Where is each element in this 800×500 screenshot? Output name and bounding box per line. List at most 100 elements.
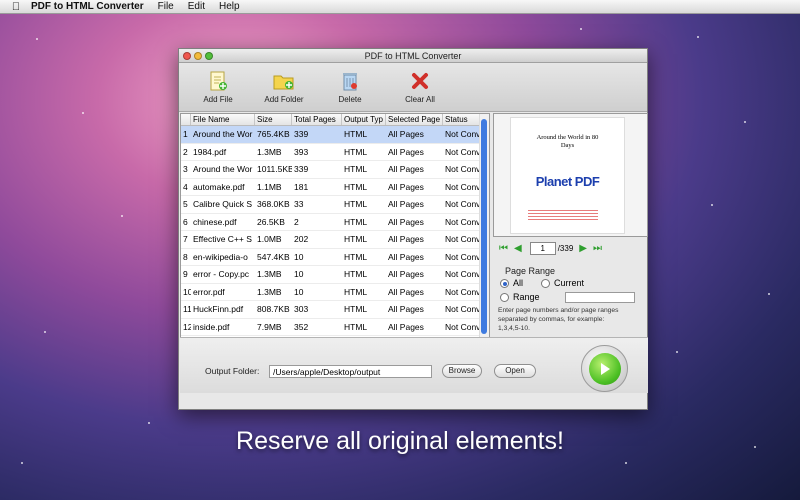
add-file-icon	[188, 67, 248, 95]
current-page-input[interactable]: 1	[529, 241, 556, 255]
row-file-name: error - Copy.pc	[193, 269, 250, 279]
row-size: 26.5KB	[257, 216, 285, 227]
next-page-icon[interactable]: ▶	[579, 243, 587, 254]
window-title: PDF to HTML Converter	[364, 51, 462, 61]
add-file-button[interactable]: Add File	[188, 67, 248, 104]
header-size[interactable]: Size	[255, 114, 292, 125]
menu-edit[interactable]: Edit	[181, 1, 212, 12]
clear-all-button[interactable]: Clear All	[390, 67, 450, 104]
toolbar: Add File Add Folder Delete Clear All	[179, 63, 647, 112]
row-total-pages: 10	[294, 269, 304, 279]
page-range-input[interactable]	[565, 292, 635, 303]
table-row[interactable]: 3 Around the Wor 1011.5KB 339 HTML All P…	[181, 161, 489, 179]
row-selected-page: All Pages	[388, 164, 424, 174]
open-button[interactable]: Open	[494, 364, 536, 378]
table-row[interactable]: 8 en-wikipedia-o 547.4KB 10 HTML All Pag…	[181, 249, 489, 266]
convert-button[interactable]	[581, 345, 628, 392]
row-size: 808.7KB	[257, 304, 290, 314]
zoom-icon[interactable]	[205, 52, 213, 60]
range-all-radio[interactable]	[500, 278, 509, 288]
row-index: 12	[183, 321, 191, 332]
row-size: 1.3MB	[257, 286, 282, 297]
row-selected-page: All Pages	[388, 216, 424, 227]
row-total-pages: 352	[294, 321, 309, 332]
row-index: 8	[183, 251, 188, 262]
row-index: 9	[183, 269, 188, 279]
minimize-icon[interactable]	[194, 52, 202, 60]
table-row[interactable]: 6 chinese.pdf 26.5KB 2 HTML All Pages No…	[181, 214, 489, 231]
last-page-icon[interactable]: ⏭	[593, 243, 602, 254]
range-custom-radio[interactable]	[500, 292, 509, 302]
row-index: 6	[183, 216, 188, 227]
delete-button[interactable]: Delete	[320, 67, 380, 104]
row-file-name: error.pdf	[193, 286, 225, 297]
row-total-pages: 202	[294, 234, 309, 244]
table-row[interactable]: 7 Effective C++ S 1.0MB 202 HTML All Pag…	[181, 231, 489, 249]
header-file-name[interactable]: File Name	[191, 114, 255, 125]
page-range-help-line-1: Enter page numbers and/or page ranges	[498, 307, 619, 314]
menu-app-name[interactable]: PDF to HTML Converter	[24, 1, 151, 12]
table-row[interactable]: 10 error.pdf 1.3MB 10 HTML All Pages Not…	[181, 284, 489, 301]
range-custom-option[interactable]: Range	[500, 292, 540, 302]
prev-page-icon[interactable]: ◀	[514, 243, 522, 254]
row-total-pages: 339	[294, 129, 309, 139]
table-row[interactable]: 2 1984.pdf 1.3MB 393 HTML All Pages Not …	[181, 144, 489, 161]
add-folder-icon	[254, 67, 314, 95]
row-selected-page: All Pages	[388, 129, 424, 139]
range-current-label: Current	[554, 278, 585, 288]
table-row[interactable]: 11 HuckFinn.pdf 808.7KB 303 HTML All Pag…	[181, 301, 489, 319]
browse-button[interactable]: Browse	[442, 364, 482, 378]
table-header: File Name Size Total Pages Output Typ Se…	[181, 114, 489, 126]
menu-file[interactable]: File	[151, 1, 181, 12]
table-row[interactable]: 1 Around the Wor 765.4KB 339 HTML All Pa…	[181, 126, 489, 144]
clear-icon	[390, 67, 450, 95]
row-index: 4	[183, 181, 188, 192]
row-total-pages: 2	[294, 216, 299, 227]
header-total-pages[interactable]: Total Pages	[292, 114, 342, 125]
add-folder-button[interactable]: Add Folder	[254, 67, 314, 104]
table-row[interactable]: 4 automake.pdf 1.1MB 181 HTML All Pages …	[181, 179, 489, 196]
table-row[interactable]: 5 Calibre Quick S 368.0KB 33 HTML All Pa…	[181, 196, 489, 214]
table-row[interactable]: 9 error - Copy.pc 1.3MB 10 HTML All Page…	[181, 266, 489, 284]
row-index: 3	[183, 164, 188, 174]
promo-caption: Reserve all original elements!	[236, 427, 564, 455]
preview-lines	[528, 208, 598, 222]
page-range-help-line-2: separated by commas, for example:	[498, 316, 605, 323]
preview-title-line-1: Around the World in 80	[536, 134, 599, 141]
row-file-name: Around the Wor	[193, 164, 253, 174]
apple-icon[interactable]: 	[8, 1, 24, 13]
first-page-icon[interactable]: ⏮	[499, 243, 508, 254]
row-output-type: HTML	[344, 321, 368, 332]
row-index: 1	[183, 129, 188, 139]
header-selected-page[interactable]: Selected Page	[386, 114, 443, 125]
row-file-name: inside.pdf	[193, 321, 230, 332]
table-row[interactable]: 12 inside.pdf 7.9MB 352 HTML All Pages N…	[181, 319, 489, 336]
range-all-label: All	[513, 278, 524, 288]
add-folder-label: Add Folder	[264, 95, 304, 104]
page-range-help-line-3: 1,3,4,5-10.	[498, 325, 530, 332]
menu-help[interactable]: Help	[212, 1, 247, 12]
delete-label: Delete	[338, 95, 362, 104]
header-output-type[interactable]: Output Typ	[342, 114, 386, 125]
range-all-option[interactable]: All	[500, 278, 523, 288]
header-index[interactable]	[181, 114, 191, 125]
row-index: 2	[183, 146, 188, 157]
row-output-type: HTML	[344, 181, 368, 192]
range-current-option[interactable]: Current	[541, 278, 584, 288]
row-selected-page: All Pages	[388, 234, 424, 244]
output-panel: Output Folder: /Users/apple/Desktop/outp…	[180, 337, 648, 393]
close-icon[interactable]	[183, 52, 191, 60]
menubar:  PDF to HTML Converter File Edit Help	[0, 0, 800, 14]
range-current-radio[interactable]	[541, 278, 550, 288]
row-output-type: HTML	[344, 164, 368, 174]
output-folder-field[interactable]: /Users/apple/Desktop/output	[269, 365, 432, 378]
vertical-scrollbar[interactable]	[481, 119, 487, 334]
row-selected-page: All Pages	[388, 286, 424, 297]
page-range-help: Enter page numbers and/or page ranges se…	[498, 306, 643, 333]
row-total-pages: 33	[294, 199, 304, 209]
row-output-type: HTML	[344, 251, 368, 262]
row-selected-page: All Pages	[388, 269, 424, 279]
row-size: 765.4KB	[257, 129, 290, 139]
row-output-type: HTML	[344, 234, 368, 244]
row-index: 7	[183, 234, 188, 244]
